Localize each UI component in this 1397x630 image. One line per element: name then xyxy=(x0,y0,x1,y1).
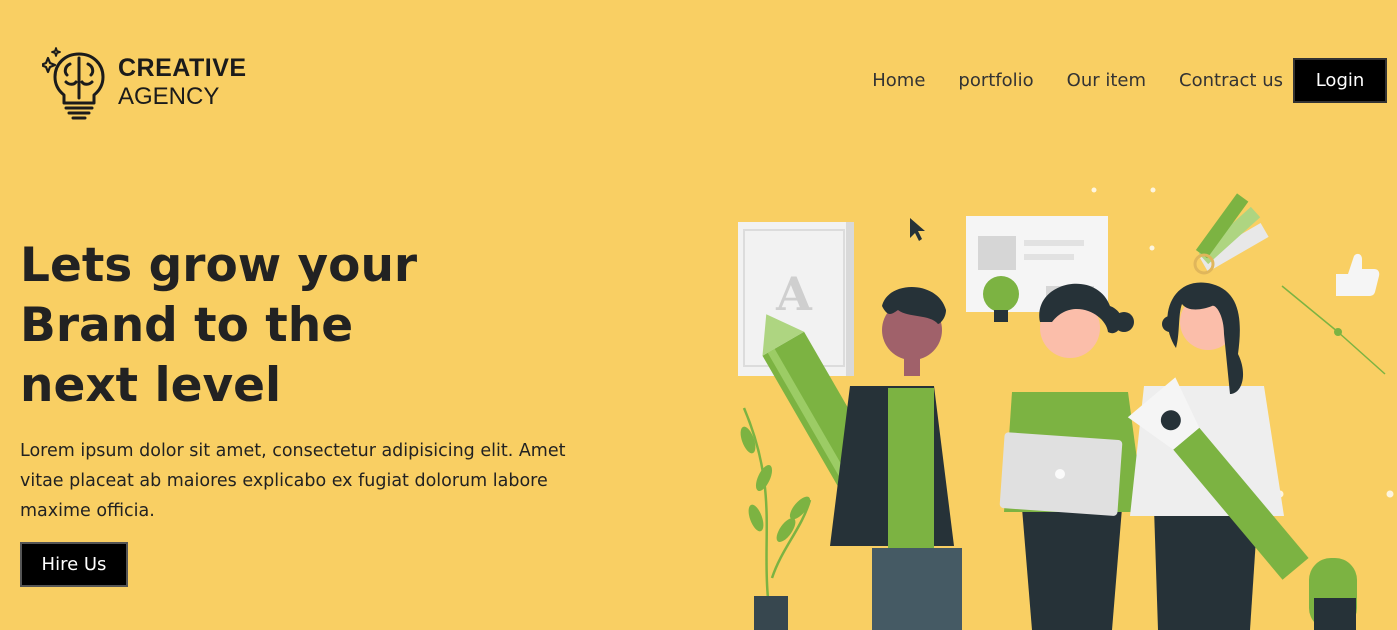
nav-portfolio[interactable]: portfolio xyxy=(958,70,1033,91)
team-illustration: A xyxy=(738,187,1394,630)
hero-title-line-1: Lets grow your xyxy=(20,238,418,293)
hero-title: Lets grow your Brand to the next level xyxy=(20,236,440,416)
brand-name-line2: AGENCY xyxy=(118,82,220,110)
brand-logo[interactable]: CREATIVE AGENCY xyxy=(42,44,247,120)
nav-home[interactable]: Home xyxy=(872,70,925,91)
brain-bulb-icon xyxy=(42,47,105,120)
hero-title-line-3: next level xyxy=(20,358,282,413)
hero-description: Lorem ipsum dolor sit amet, consectetur … xyxy=(20,441,566,521)
brand-name-line1: CREATIVE xyxy=(118,53,247,82)
nav-contract-us[interactable]: Contract us xyxy=(1179,70,1283,91)
hero-title-line-2: Brand to the xyxy=(20,298,354,353)
hire-us-button[interactable]: Hire Us xyxy=(20,542,128,587)
main-nav: Home portfolio Our item Contract us Logi… xyxy=(872,58,1387,103)
login-button[interactable]: Login xyxy=(1293,58,1387,103)
svg-text:A: A xyxy=(775,267,813,321)
nav-our-item[interactable]: Our item xyxy=(1067,70,1146,91)
